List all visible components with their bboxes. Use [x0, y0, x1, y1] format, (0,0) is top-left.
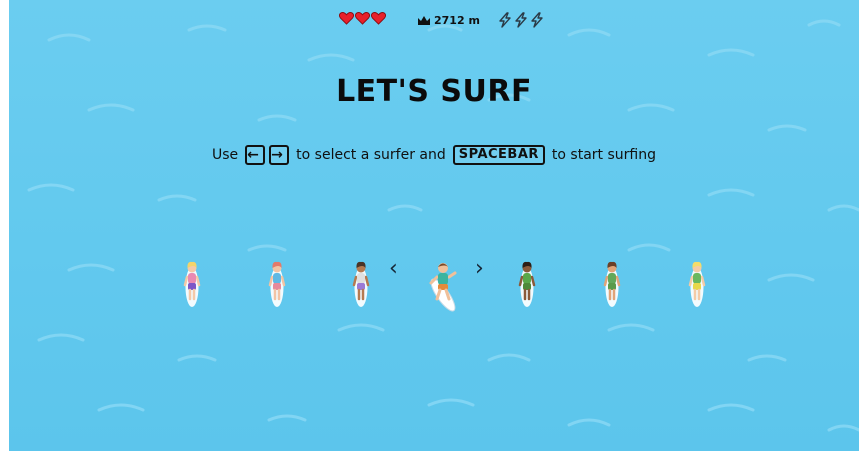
surfer-option[interactable] [592, 255, 632, 315]
previous-surfer-icon[interactable]: ‹ [389, 258, 398, 280]
surfer-option[interactable] [341, 255, 381, 315]
surfer-option[interactable] [172, 255, 212, 315]
next-surfer-icon[interactable]: › [475, 258, 484, 280]
surfer-option[interactable] [507, 255, 547, 315]
surfer-selector: ‹ › [9, 0, 859, 451]
surfer-option[interactable] [257, 255, 297, 315]
ocean-background: 2712 m LET'S SURF Use ← → to select a su… [9, 0, 859, 451]
selected-surfer[interactable] [423, 255, 463, 315]
surfer-option[interactable] [677, 255, 717, 315]
